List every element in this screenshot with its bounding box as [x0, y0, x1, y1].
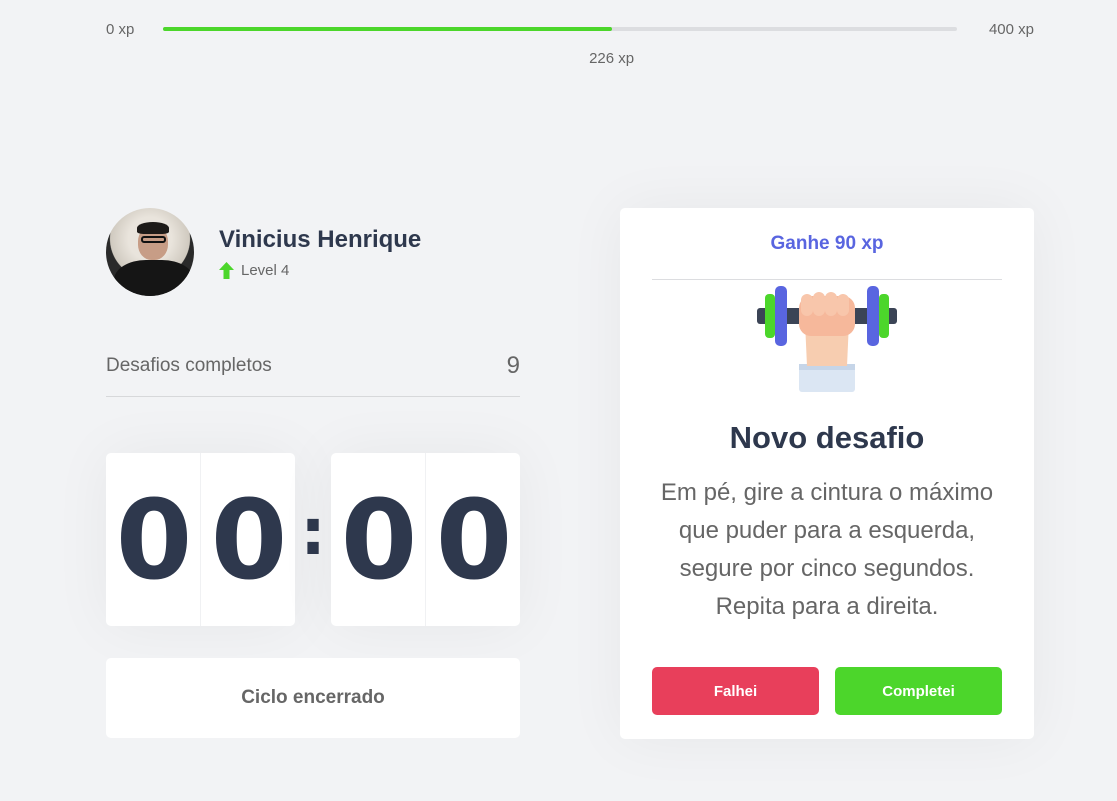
challenge-actions: Falhei Completei [652, 667, 1002, 715]
xp-max-label: 400 xp [988, 21, 1034, 38]
profile: Vinicius Henrique Level 4 [106, 208, 520, 296]
minute-tens-digit: 0 [115, 475, 193, 604]
dumbbell-body-icon [757, 286, 897, 392]
experience-bar: 0 xp 226 xp 400 xp [106, 18, 1034, 67]
challenge-card: Ganhe 90 xp Novo desafio Em pé, gire a c… [620, 208, 1034, 739]
second-tens-digit: 0 [340, 475, 418, 604]
challenge-title: Novo desafio [729, 420, 925, 455]
seconds-block: 0 0 [331, 453, 520, 626]
xp-current-label: 226 xp [589, 50, 635, 67]
time-separator: : [300, 495, 326, 570]
level-label: Level 4 [241, 261, 290, 279]
arrow-up-icon [219, 261, 234, 279]
minute-ones-digit: 0 [200, 453, 295, 626]
left-column: Vinicius Henrique Level 4 Desafios compl… [106, 208, 520, 738]
xp-min-label: 0 xp [106, 21, 135, 38]
user-name: Vinicius Henrique [219, 225, 422, 253]
profile-info: Vinicius Henrique Level 4 [219, 226, 421, 279]
completed-challenges-count: 9 [506, 352, 520, 379]
xp-track: 226 xp [163, 27, 957, 67]
completed-challenges: Desafios completos 9 [106, 352, 520, 397]
cycle-ended-button[interactable]: Ciclo encerrado [106, 658, 520, 738]
challenge-reward: Ganhe 90 xp [652, 208, 1002, 280]
xp-progress-fill [163, 27, 612, 31]
complete-button[interactable]: Completei [835, 667, 1002, 715]
second-ones-digit: 0 [425, 453, 520, 626]
completed-challenges-label: Desafios completos [106, 355, 272, 376]
fail-button[interactable]: Falhei [652, 667, 819, 715]
level: Level 4 [219, 261, 421, 279]
challenge-description: Em pé, gire a cintura o máximo que puder… [660, 479, 994, 620]
countdown: 0 0 : 0 0 [106, 453, 520, 626]
avatar [106, 208, 194, 296]
minutes-block: 0 0 [106, 453, 295, 626]
